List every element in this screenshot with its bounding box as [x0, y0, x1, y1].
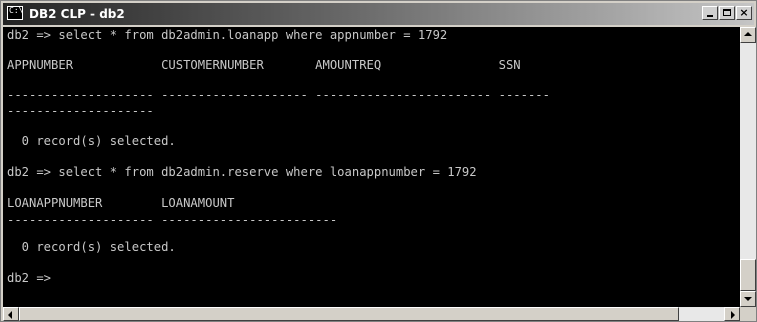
arrow-right-icon — [731, 311, 735, 319]
arrow-left-icon — [8, 311, 12, 319]
minimize-button[interactable] — [702, 6, 718, 20]
scroll-down-button[interactable] — [740, 291, 756, 307]
console-icon-glyph: C:\ — [9, 6, 24, 15]
scroll-right-button[interactable] — [724, 307, 740, 321]
title-bar[interactable]: C:\ DB2 CLP - db2 × — [3, 3, 754, 25]
console-output[interactable]: db2 => select * from db2admin.loanapp wh… — [3, 27, 740, 307]
console-line-6: db2 => select * from db2admin.reserve wh… — [7, 165, 477, 179]
arrow-down-icon — [744, 297, 752, 301]
console-window: C:\ DB2 CLP - db2 × db2 => select * from… — [0, 0, 757, 322]
horizontal-scrollbar[interactable] — [3, 307, 740, 321]
console-line-9: 0 record(s) selected. — [7, 240, 176, 254]
console-icon[interactable]: C:\ — [7, 6, 23, 20]
console-line-3: -------------------- -------------------… — [7, 88, 550, 102]
scrollbar-corner — [740, 307, 756, 321]
horizontal-scroll-thumb[interactable] — [19, 307, 679, 321]
window-title: DB2 CLP - db2 — [29, 7, 125, 21]
console-line-8: -------------------- -------------------… — [7, 213, 338, 227]
scroll-left-button[interactable] — [3, 307, 19, 321]
arrow-up-icon — [744, 32, 752, 36]
scroll-up-button[interactable] — [740, 27, 756, 43]
console-line-4: -------------------- — [7, 104, 154, 118]
maximize-icon — [723, 9, 731, 16]
vertical-scrollbar[interactable] — [740, 27, 756, 307]
minimize-icon — [707, 15, 713, 17]
close-icon: × — [739, 6, 749, 19]
console-line-5: 0 record(s) selected. — [7, 134, 176, 148]
vertical-scroll-thumb[interactable] — [740, 259, 756, 291]
close-button[interactable]: × — [736, 6, 752, 20]
console-line-1: db2 => select * from db2admin.loanapp wh… — [7, 28, 448, 42]
maximize-button[interactable] — [719, 6, 735, 20]
console-line-2: APPNUMBER CUSTOMERNUMBER AMOUNTREQ SSN — [7, 58, 521, 72]
console-prompt: db2 => — [7, 271, 52, 285]
console-line-7: LOANAPPNUMBER LOANAMOUNT — [7, 196, 235, 210]
